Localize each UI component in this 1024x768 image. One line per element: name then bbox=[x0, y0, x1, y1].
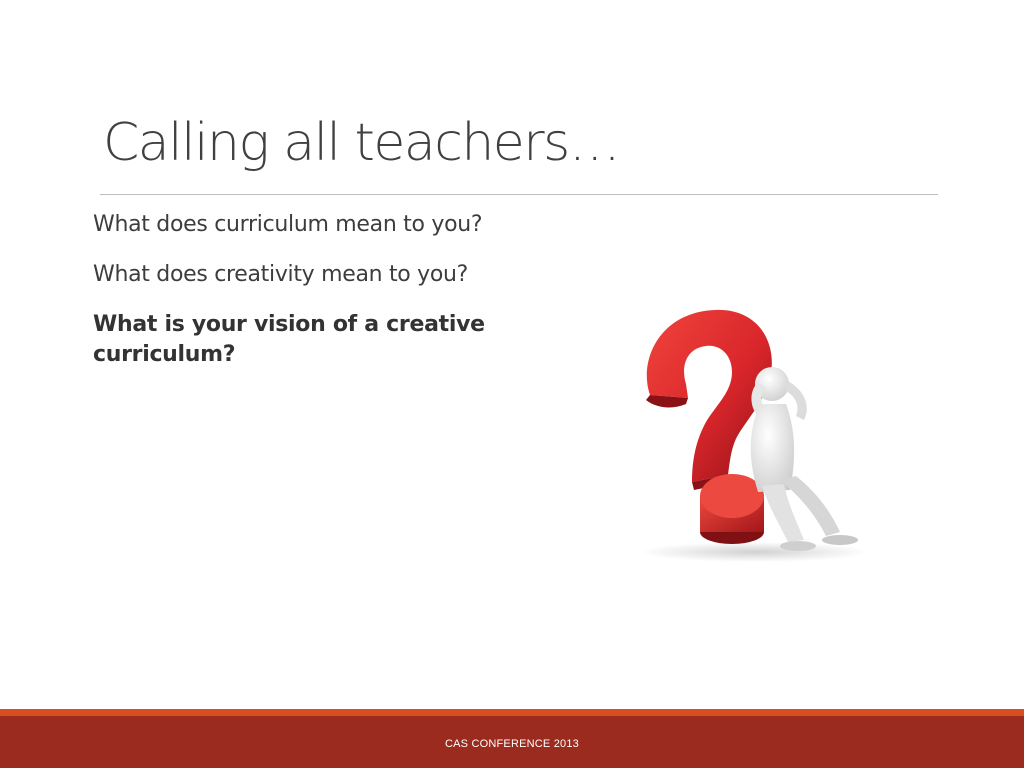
bullet-vision: What is your vision of a creative curric… bbox=[93, 312, 485, 367]
footer-accent-stripe bbox=[0, 709, 1024, 716]
footer-text: CAS CONFERENCE 2013 bbox=[444, 738, 579, 750]
bullet-curriculum: What does curriculum mean to you? bbox=[93, 212, 483, 237]
bullet-list: What does curriculum mean to you? What d… bbox=[93, 210, 523, 390]
bullet-creativity: What does creativity mean to you? bbox=[93, 262, 469, 287]
title-divider bbox=[100, 194, 938, 195]
slide: Calling all teachers… What does curricul… bbox=[0, 0, 1024, 768]
slide-title: Calling all teachers… bbox=[103, 113, 621, 173]
question-mark-with-person-icon bbox=[640, 309, 870, 562]
